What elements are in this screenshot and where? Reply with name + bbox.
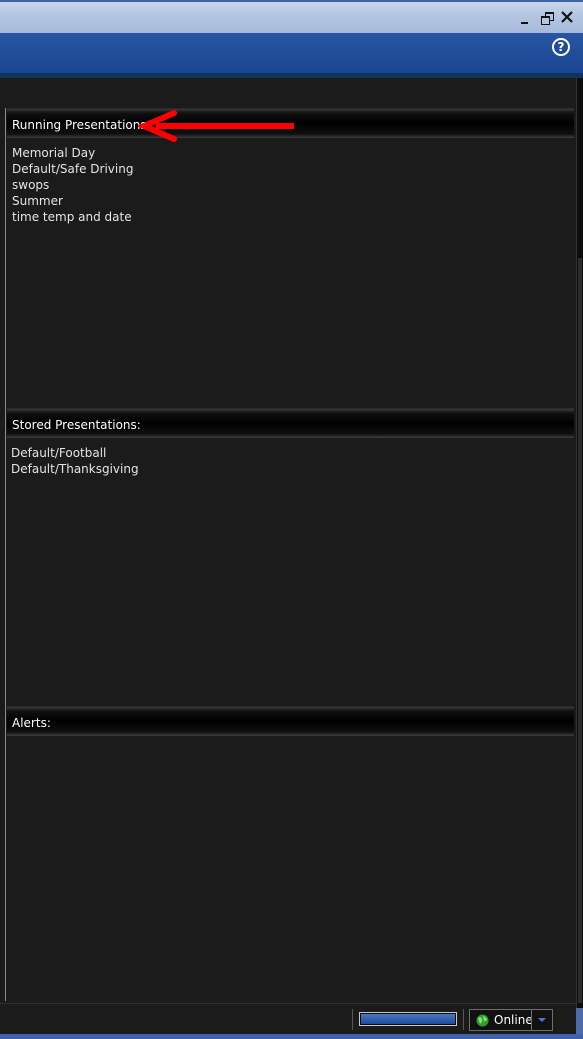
list-item[interactable]: Default/Safe Driving: [12, 161, 574, 177]
running-presentations-section: Running Presentations: Memorial Day Defa…: [7, 108, 574, 406]
list-item[interactable]: Default/Thanksgiving: [11, 461, 574, 477]
list-item[interactable]: time temp and date: [12, 209, 574, 225]
red-arrow-annotation: [138, 110, 294, 142]
status-separator: [463, 1009, 464, 1030]
stored-presentations-list: Default/Football Default/Thanksgiving: [7, 438, 574, 477]
minimize-icon[interactable]: [518, 11, 532, 25]
status-label: Online: [494, 1013, 533, 1027]
list-item[interactable]: Default/Football: [11, 445, 574, 461]
alerts-header: Alerts:: [7, 706, 574, 736]
scrollbar-thumb[interactable]: [578, 258, 582, 1003]
close-icon[interactable]: [560, 11, 574, 25]
app-header: ?: [0, 33, 583, 73]
status-separator: [352, 1009, 353, 1030]
window-titlebar: [0, 0, 583, 33]
green-globe-icon: [476, 1014, 489, 1027]
section-title: Running Presentations:: [12, 118, 151, 132]
panel-left-border: [5, 108, 6, 1001]
list-item[interactable]: Summer: [12, 193, 574, 209]
section-title: Alerts:: [12, 716, 51, 730]
list-item[interactable]: swops: [12, 177, 574, 193]
stored-presentations-header: Stored Presentations:: [7, 408, 574, 438]
section-title: Stored Presentations:: [12, 418, 141, 432]
window-bottom-border: [0, 1034, 583, 1039]
main-panel: Running Presentations: Memorial Day Defa…: [0, 78, 576, 1003]
status-bar: Online: [0, 1003, 576, 1034]
running-presentations-list: Memorial Day Default/Safe Driving swops …: [7, 138, 574, 225]
help-circle-icon[interactable]: ?: [552, 38, 570, 56]
progress-fill: [361, 1014, 455, 1024]
alerts-section: Alerts:: [7, 706, 574, 1001]
stored-presentations-section: Stored Presentations: Default/Football D…: [7, 408, 574, 706]
chevron-down-icon[interactable]: [531, 1010, 552, 1030]
progress-bar: [359, 1012, 457, 1026]
list-item[interactable]: Memorial Day: [12, 145, 574, 161]
connection-status-dropdown[interactable]: Online: [469, 1009, 553, 1031]
restore-icon[interactable]: [540, 11, 554, 25]
vertical-scrollbar[interactable]: [576, 78, 583, 1008]
